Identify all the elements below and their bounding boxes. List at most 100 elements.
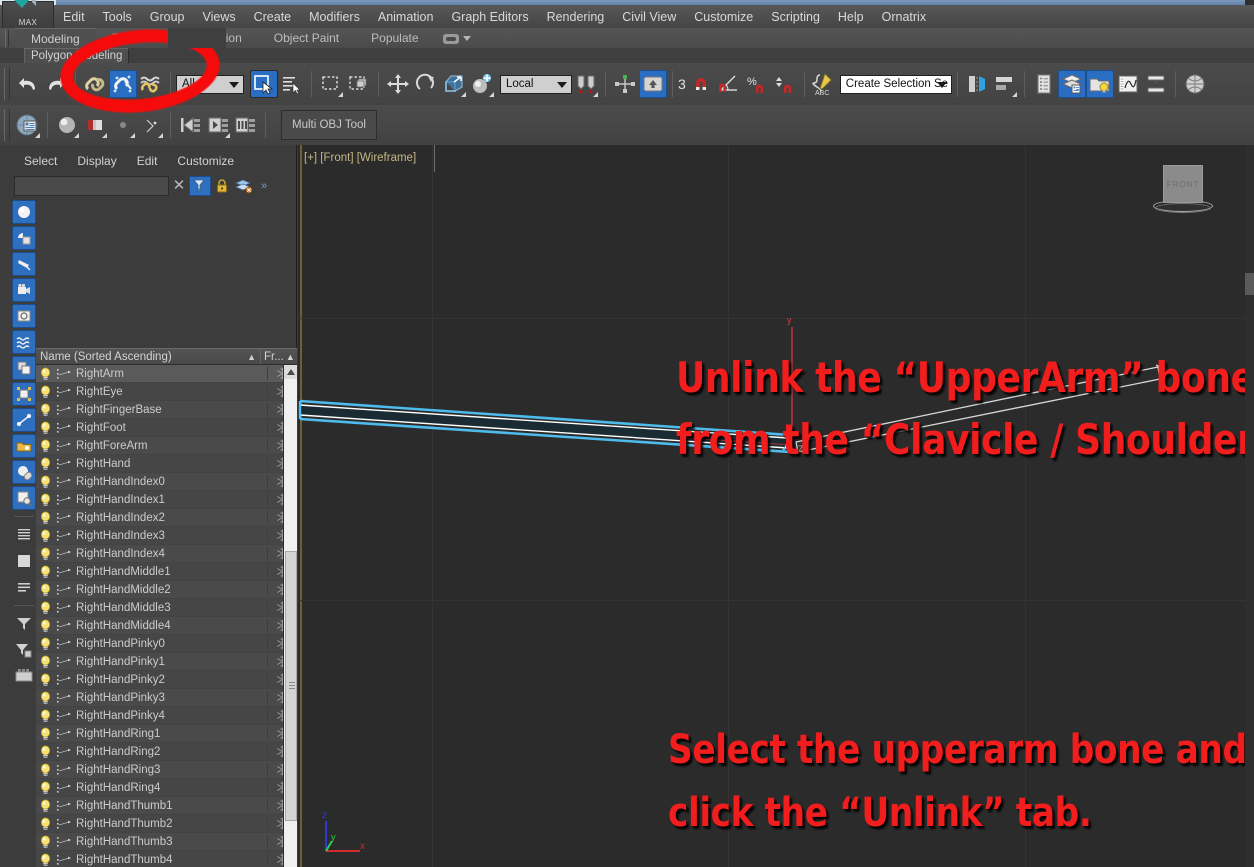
- next-frame-icon[interactable]: [232, 111, 260, 139]
- scrollbar-thumb[interactable]: [285, 551, 297, 821]
- select-by-name-icon[interactable]: [278, 70, 306, 98]
- display-lights-icon[interactable]: [12, 252, 36, 276]
- lightbulb-icon[interactable]: [36, 583, 54, 597]
- column-header-frozen[interactable]: Fr... ▲: [261, 351, 297, 363]
- reference-coordinate-system-combo[interactable]: Local: [500, 74, 572, 94]
- window-crossing-icon[interactable]: [345, 70, 373, 98]
- menu-item-ornatrix[interactable]: Ornatrix: [873, 5, 935, 30]
- filter-icon[interactable]: [12, 612, 36, 636]
- select-and-scale-icon[interactable]: [440, 70, 468, 98]
- toolbar-drag-grip[interactable]: [4, 68, 10, 100]
- menu-item-modifiers[interactable]: Modifiers: [300, 5, 369, 30]
- lightbulb-icon[interactable]: [36, 565, 54, 579]
- set-key-icon[interactable]: [109, 111, 137, 139]
- display-containers-icon[interactable]: [12, 434, 36, 458]
- layer-manager-icon[interactable]: [12, 664, 36, 688]
- snap-toggle-3d-icon[interactable]: [687, 70, 715, 98]
- explorer-menu-edit[interactable]: Edit: [127, 152, 168, 170]
- lightbulb-icon[interactable]: [36, 745, 54, 759]
- viewport[interactable]: [+] [Front] [Wireframe] FRONT y Y Z z x …: [298, 145, 1245, 867]
- table-row[interactable]: RightHandThumb1: [36, 797, 297, 815]
- lightbulb-icon[interactable]: [36, 853, 54, 867]
- lightbulb-icon[interactable]: [36, 799, 54, 813]
- display-groups-icon[interactable]: [12, 356, 36, 380]
- table-row[interactable]: RightHandThumb2: [36, 815, 297, 833]
- table-row[interactable]: RightHandIndex2: [36, 509, 297, 527]
- display-bones-icon[interactable]: [12, 408, 36, 432]
- display-xrefs-icon[interactable]: [12, 382, 36, 406]
- table-row[interactable]: RightHandPinky3: [36, 689, 297, 707]
- go-to-start-icon[interactable]: [176, 111, 204, 139]
- lightbulb-icon[interactable]: [36, 709, 54, 723]
- table-row[interactable]: RightFingerBase: [36, 401, 297, 419]
- select-and-move-icon[interactable]: [384, 70, 412, 98]
- menu-item-scripting[interactable]: Scripting: [762, 5, 829, 30]
- lightbulb-icon[interactable]: [36, 511, 54, 525]
- display-helpers-icon[interactable]: [12, 304, 36, 328]
- lightbulb-icon[interactable]: [36, 763, 54, 777]
- ribbon-tab-populate[interactable]: Populate: [355, 28, 434, 49]
- table-row[interactable]: RightEye: [36, 383, 297, 401]
- explorer-menu-customize[interactable]: Customize: [167, 152, 244, 170]
- table-row[interactable]: RightHandIndex3: [36, 527, 297, 545]
- mirror-icon[interactable]: [963, 70, 991, 98]
- named-selection-set-combo[interactable]: Create Selection Se: [839, 74, 952, 94]
- list-view-icon[interactable]: [12, 523, 36, 547]
- scene-explorer-toggle-icon[interactable]: [1057, 70, 1086, 98]
- ribbon-drag-grip[interactable]: [5, 30, 9, 47]
- lightbulb-icon[interactable]: [36, 439, 54, 453]
- detail-view-icon[interactable]: [12, 549, 36, 573]
- table-row[interactable]: RightHandRing3: [36, 761, 297, 779]
- display-space-warps-icon[interactable]: [12, 330, 36, 354]
- lightbulb-icon[interactable]: [36, 403, 54, 417]
- max-application-button[interactable]: MAX: [2, 0, 54, 30]
- ribbon-minimize-dropdown[interactable]: [435, 28, 479, 49]
- display-frozen-objects-icon[interactable]: [12, 486, 36, 510]
- right-scrollbar[interactable]: [1245, 145, 1254, 867]
- display-hidden-objects-icon[interactable]: [12, 460, 36, 484]
- material-sphere-icon[interactable]: [53, 111, 81, 139]
- snaps-toggle-icon[interactable]: [639, 70, 667, 98]
- table-row[interactable]: RightHandIndex4: [36, 545, 297, 563]
- scrollbar-up-button[interactable]: [284, 365, 297, 379]
- sort-ascending-icon[interactable]: ▲: [286, 352, 295, 362]
- display-cameras-icon[interactable]: [12, 278, 36, 302]
- lock-icon[interactable]: [211, 176, 233, 196]
- table-row[interactable]: RightHandIndex1: [36, 491, 297, 509]
- edit-named-selection-sets-icon[interactable]: ABC: [810, 70, 838, 98]
- percent-snap-icon[interactable]: %: [743, 70, 771, 98]
- material-editor-icon[interactable]: [1085, 70, 1114, 98]
- table-row[interactable]: RightHandMiddle4: [36, 617, 297, 635]
- menu-item-rendering[interactable]: Rendering: [538, 5, 614, 30]
- angle-snap-icon[interactable]: [715, 70, 743, 98]
- lightbulb-icon[interactable]: [36, 529, 54, 543]
- lightbulb-icon[interactable]: [36, 691, 54, 705]
- lightbulb-icon[interactable]: [36, 835, 54, 849]
- lightbulb-icon[interactable]: [36, 457, 54, 471]
- menu-item-graph-editors[interactable]: Graph Editors: [442, 5, 537, 30]
- menu-item-edit[interactable]: Edit: [54, 5, 94, 30]
- lightbulb-icon[interactable]: [36, 781, 54, 795]
- menu-item-help[interactable]: Help: [829, 5, 873, 30]
- menu-item-views[interactable]: Views: [193, 5, 244, 30]
- explorer-menu-select[interactable]: Select: [14, 152, 67, 170]
- ribbon-tab-object-paint[interactable]: Object Paint: [258, 28, 355, 49]
- lightbulb-icon[interactable]: [36, 655, 54, 669]
- spinner-snap-icon[interactable]: [771, 70, 799, 98]
- layer-explorer-icon[interactable]: [1030, 70, 1058, 98]
- filter-funnel-icon[interactable]: [189, 176, 211, 196]
- select-object-icon[interactable]: [250, 70, 278, 98]
- lightbulb-icon[interactable]: [36, 493, 54, 507]
- table-row[interactable]: RightHandMiddle3: [36, 599, 297, 617]
- table-row[interactable]: RightHandMiddle2: [36, 581, 297, 599]
- multi-obj-tool-button[interactable]: Multi OBJ Tool: [281, 110, 377, 140]
- lightbulb-icon[interactable]: [36, 817, 54, 831]
- menu-item-create[interactable]: Create: [245, 5, 301, 30]
- play-animation-icon[interactable]: [204, 111, 232, 139]
- undo-icon[interactable]: [14, 70, 42, 98]
- column-header-name[interactable]: Name (Sorted Ascending): [36, 351, 247, 363]
- advanced-filter-icon[interactable]: [12, 638, 36, 662]
- table-row[interactable]: RightHandRing2: [36, 743, 297, 761]
- sort-ascending-icon[interactable]: ▲: [247, 352, 260, 362]
- render-frame-window-icon[interactable]: [81, 111, 109, 139]
